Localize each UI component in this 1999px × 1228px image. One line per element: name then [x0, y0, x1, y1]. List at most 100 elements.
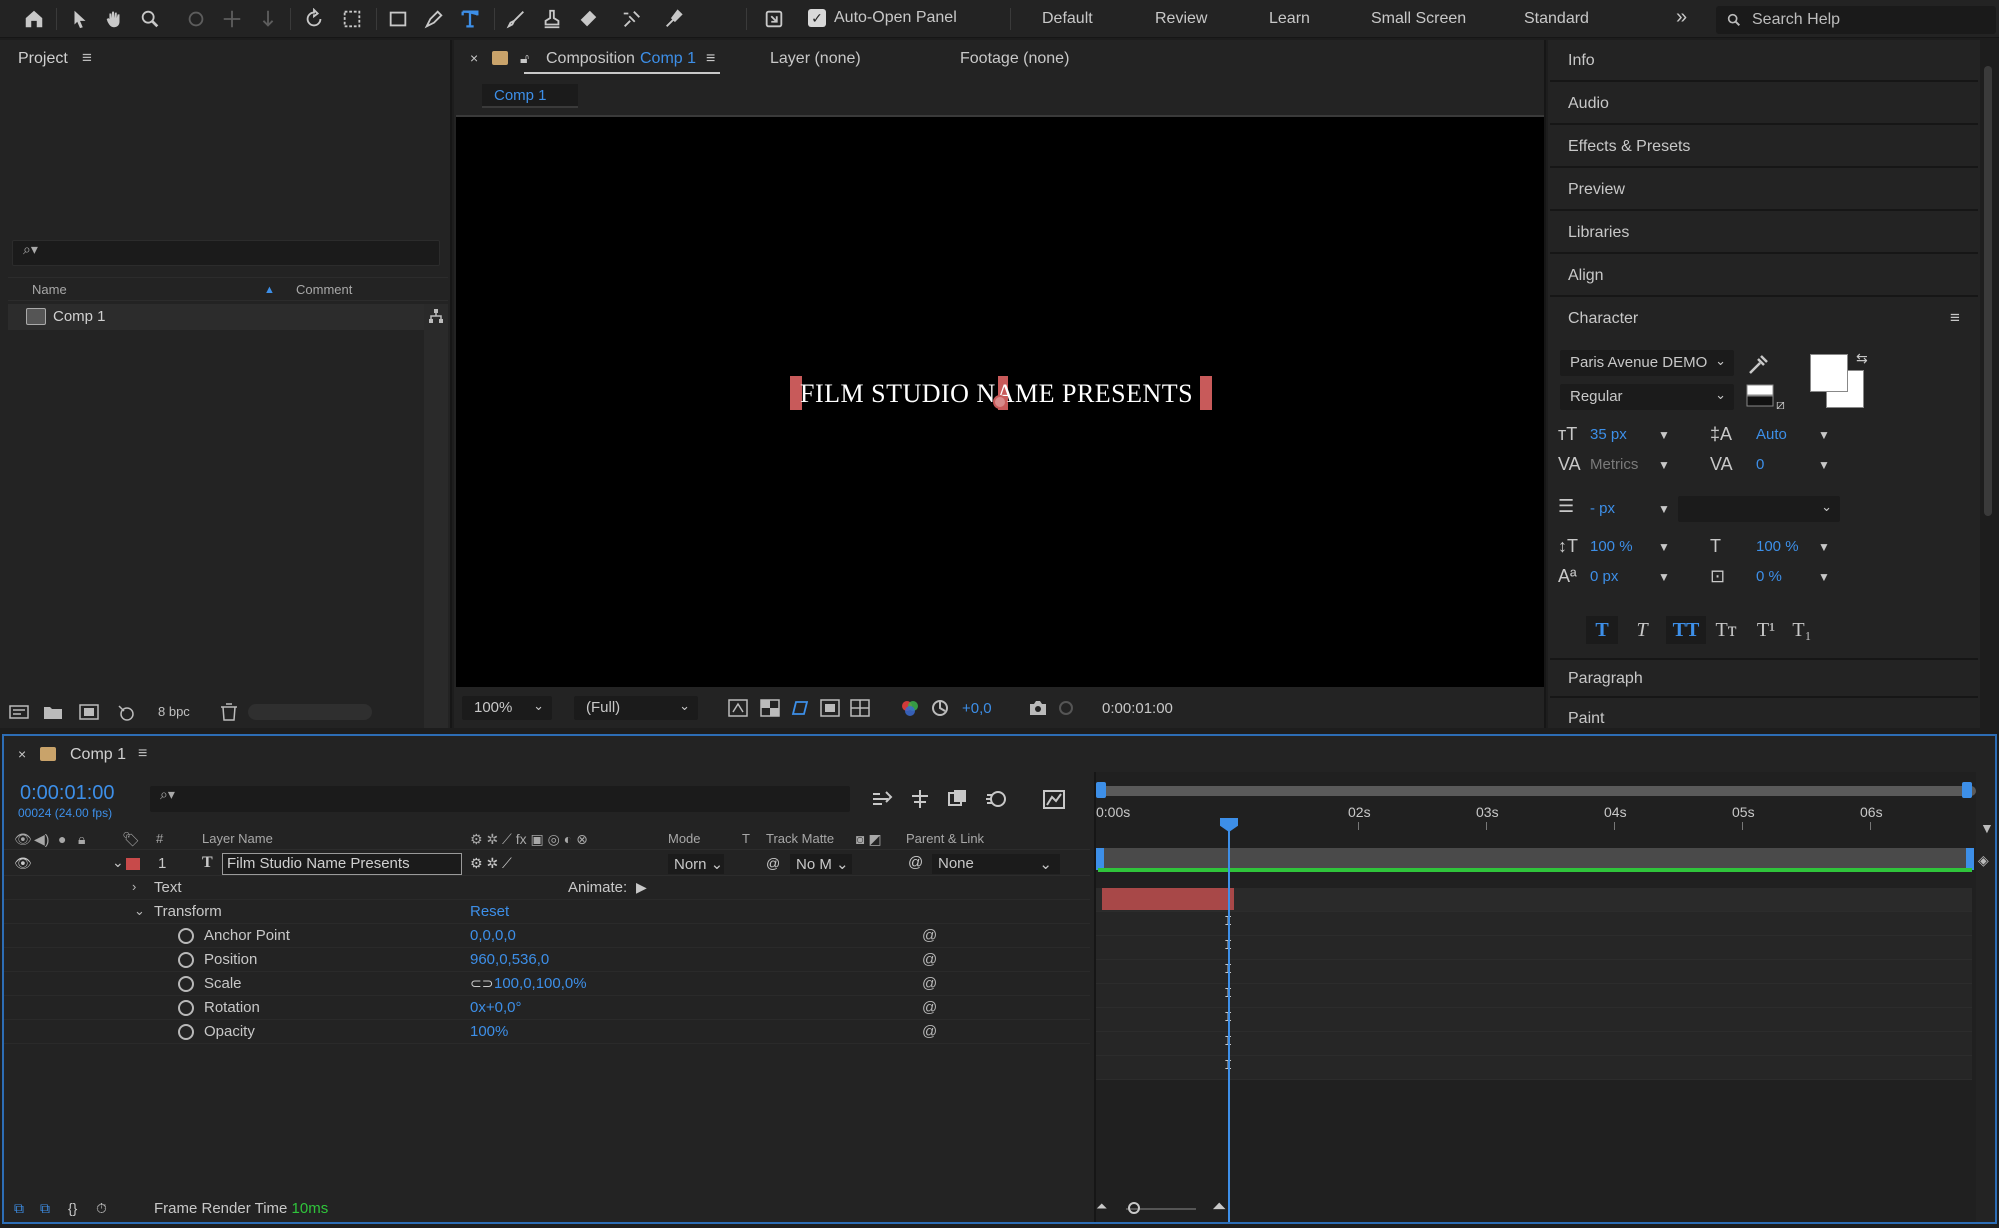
panel-libraries[interactable]: Libraries	[1550, 214, 1978, 254]
vertical-scale-dropdown-arrow[interactable]: ▼	[1658, 540, 1670, 554]
lock-header-icon[interactable]: 🔒︎	[78, 831, 85, 848]
project-settings-icon[interactable]	[116, 702, 138, 722]
project-scrollbar[interactable]	[424, 304, 448, 728]
layer-label-color[interactable]	[126, 858, 140, 870]
layer-visibility-icon[interactable]: 👁︎	[14, 855, 32, 872]
color-channels-icon[interactable]	[900, 699, 920, 717]
layer-marker-icon[interactable]: ◈	[1978, 852, 1989, 869]
label-header-icon[interactable]: 🏷︎	[122, 831, 140, 848]
tab-menu-icon[interactable]: ≡	[706, 50, 715, 68]
text-bounds-right-handle[interactable]	[1200, 376, 1212, 410]
layer-switches-icons[interactable]: ⚙ ✲ ⟋	[470, 855, 512, 872]
workspace-default[interactable]: Default	[1042, 10, 1093, 28]
dolly-camera-icon[interactable]	[254, 5, 282, 33]
property-position[interactable]: Position 960,0,536,0 @	[4, 948, 1090, 972]
pickwhip-icon[interactable]: @	[922, 975, 937, 992]
pickwhip-icon[interactable]: @	[922, 999, 937, 1016]
property-rotation[interactable]: Rotation 0x+0,0° @	[4, 996, 1090, 1020]
panel-character-header[interactable]: Character ≡	[1550, 300, 1978, 340]
tracking-value[interactable]: 0	[1756, 456, 1764, 473]
workspace-small-screen[interactable]: Small Screen	[1371, 10, 1466, 28]
stroke-style-dropdown[interactable]: ⌄	[1678, 496, 1840, 522]
matte-header-icons[interactable]: ◙ ◩	[856, 831, 882, 848]
mask-visibility-icon[interactable]	[790, 699, 810, 717]
transfer-controls-toggle-icon[interactable]: ⧉	[40, 1200, 50, 1217]
video-visibility-header-icon[interactable]: 👁︎	[14, 831, 32, 848]
pan-behind-tool-icon[interactable]	[338, 5, 366, 33]
search-help-field[interactable]: Search Help	[1716, 6, 1996, 34]
track-matte-dropdown[interactable]: No M ⌄	[790, 854, 852, 874]
zoom-in-icon[interactable]: ⏶	[1212, 1196, 1226, 1217]
animate-play-icon[interactable]: ▶	[636, 879, 647, 896]
tab-footage[interactable]: Footage (none)	[960, 50, 1069, 68]
column-layer-name[interactable]: Layer Name	[202, 831, 273, 846]
stroke-width-dropdown-arrow[interactable]: ▼	[1658, 502, 1670, 516]
hand-tool-icon[interactable]	[100, 5, 128, 33]
project-menu-icon[interactable]: ≡	[82, 48, 92, 68]
no-stroke-icon[interactable]: ⧄	[1776, 396, 1785, 413]
layer-switches-toggle-icon[interactable]: ⧉	[14, 1200, 24, 1217]
pen-tool-icon[interactable]	[420, 5, 448, 33]
faux-bold-button[interactable]: T	[1586, 616, 1618, 644]
font-style-dropdown[interactable]: Regular ⌄	[1560, 384, 1734, 410]
font-family-dropdown[interactable]: Paris Avenue DEMO ⌄	[1560, 350, 1734, 376]
more-workspaces-icon[interactable]: »	[1676, 6, 1687, 29]
snapshot-camera-icon[interactable]	[1028, 699, 1048, 717]
rotation-tool-icon[interactable]	[300, 5, 328, 33]
work-area-end-handle[interactable]	[1966, 848, 1974, 870]
vertical-scale-value[interactable]: 100 %	[1590, 538, 1633, 555]
render-time-toggle-icon[interactable]: ⏱︎	[96, 1200, 107, 1217]
tsume-dropdown-arrow[interactable]: ▼	[1818, 570, 1830, 584]
tab-timeline-comp[interactable]: Comp 1	[70, 746, 126, 764]
selection-tool-icon[interactable]	[66, 5, 94, 33]
guides-grid-icon[interactable]	[850, 699, 870, 717]
magnification-dropdown[interactable]: 100% ⌄	[462, 696, 552, 720]
pickwhip-icon[interactable]: @	[922, 1023, 937, 1040]
column-parent-link[interactable]: Parent & Link	[906, 831, 984, 846]
font-size-value[interactable]: 35 px	[1590, 426, 1627, 443]
panel-effects-presets[interactable]: Effects & Presets	[1550, 128, 1978, 168]
timeline-search-input[interactable]: ⌕▾	[150, 786, 850, 812]
bit-depth-button[interactable]: 8 bpc	[158, 704, 190, 719]
all-caps-button[interactable]: TT	[1666, 616, 1706, 644]
parent-dropdown[interactable]: None ⌄	[932, 854, 1060, 874]
column-name[interactable]: Name	[32, 282, 67, 297]
navigator-end-handle[interactable]	[1962, 782, 1972, 798]
superscript-button[interactable]: T¹	[1750, 616, 1782, 644]
timeline-menu-icon[interactable]: ≡	[138, 745, 147, 763]
frame-blending-icon[interactable]	[946, 788, 970, 810]
column-track-matte[interactable]: Track Matte	[766, 831, 834, 846]
pickwhip-icon[interactable]: @	[922, 927, 937, 944]
pan-camera-icon[interactable]	[218, 5, 246, 33]
horizontal-scale-value[interactable]: 100 %	[1756, 538, 1799, 555]
leading-value[interactable]: Auto	[1756, 426, 1787, 443]
property-scale[interactable]: Scale ⊂⊃ 100,0,100,0% @	[4, 972, 1090, 996]
interpret-footage-icon[interactable]	[8, 702, 30, 722]
leading-dropdown-arrow[interactable]: ▼	[1818, 428, 1830, 442]
trash-icon[interactable]	[218, 702, 240, 722]
panel-paragraph[interactable]: Paragraph	[1550, 658, 1978, 698]
graph-editor-icon[interactable]	[1042, 788, 1066, 810]
subscript-button[interactable]: T₁	[1786, 616, 1818, 644]
layer-twirl-down-icon[interactable]: ⌄	[112, 854, 124, 871]
stopwatch-icon[interactable]	[178, 952, 194, 968]
parent-pickwhip-icon[interactable]: @	[908, 854, 923, 871]
default-colors-icon[interactable]	[1746, 384, 1774, 410]
panel-audio[interactable]: Audio	[1550, 85, 1978, 125]
fast-previews-icon[interactable]	[728, 699, 748, 717]
eyedropper-icon[interactable]	[1746, 353, 1770, 375]
small-caps-button[interactable]: Tт	[1706, 616, 1746, 644]
puppet-tool-icon[interactable]	[660, 5, 688, 33]
property-opacity[interactable]: Opacity 100% @	[4, 1020, 1090, 1044]
resolution-dropdown[interactable]: (Full) ⌄	[574, 696, 698, 720]
exposure-value[interactable]: +0,0	[962, 700, 992, 717]
brush-tool-icon[interactable]	[502, 5, 530, 33]
composition-viewer[interactable]: FILM STUDIO NAME PRESENTS	[456, 115, 1544, 687]
motion-blur-icon[interactable]	[984, 788, 1008, 810]
panel-align[interactable]: Align	[1550, 257, 1978, 297]
sort-ascending-icon[interactable]: ▲	[264, 284, 275, 296]
work-area-start-handle[interactable]	[1096, 848, 1104, 870]
transform-twirl-icon[interactable]: ⌄	[134, 903, 145, 919]
checkbox-checked-icon[interactable]: ✓	[808, 9, 826, 27]
track-matte-pickwhip-icon[interactable]: @	[766, 855, 780, 871]
